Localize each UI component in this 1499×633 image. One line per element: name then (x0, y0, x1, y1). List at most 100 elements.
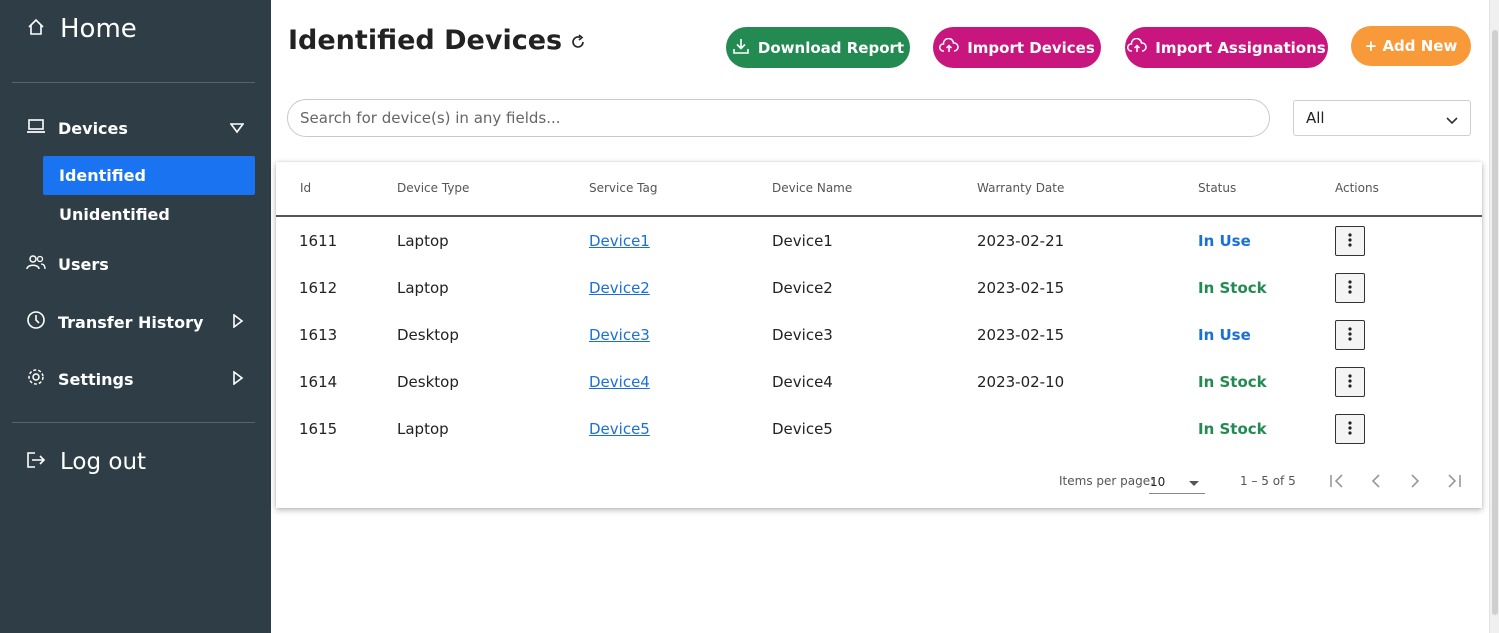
sidebar-item-label: Unidentified (59, 205, 170, 224)
service-tag-link[interactable]: Device3 (589, 326, 650, 344)
status-badge: In Stock (1198, 373, 1267, 391)
chevron-down-icon (1446, 112, 1458, 130)
table-row: 1615 Laptop Device5 Device5 In Stock (276, 405, 1482, 452)
download-report-label: Download Report (757, 38, 905, 57)
import-assignations-button[interactable]: Import Assignations (1125, 27, 1328, 68)
scrollbar-thumb[interactable] (1492, 30, 1498, 615)
row-actions-button[interactable] (1335, 414, 1365, 444)
cell-device-name: Device5 (772, 420, 833, 438)
nav-home-label: Home (60, 14, 137, 44)
add-new-button[interactable]: + Add New (1351, 26, 1471, 66)
chevron-left-icon (1370, 473, 1382, 492)
header-id[interactable]: Id (300, 181, 311, 195)
sidebar-item-identified[interactable]: Identified (43, 156, 255, 195)
last-page-button[interactable] (1442, 470, 1466, 494)
first-page-button[interactable] (1325, 470, 1349, 494)
users-icon (26, 253, 46, 275)
items-per-page-select[interactable]: 10 (1149, 468, 1205, 494)
first-page-icon (1328, 473, 1346, 492)
nav-users[interactable]: Users (26, 253, 246, 275)
cell-device-name: Device3 (772, 326, 833, 344)
nav-transfer-history[interactable]: Transfer History (26, 310, 246, 334)
status-badge: In Use (1198, 326, 1251, 344)
cloud-upload-icon (1127, 37, 1148, 58)
status-filter-value: All (1306, 109, 1325, 127)
cell-device-type: Laptop (397, 420, 449, 438)
table-row: 1613 Desktop Device3 Device3 2023-02-15 … (276, 311, 1482, 358)
nav-logout[interactable]: Log out (26, 449, 146, 475)
nav-devices-label: Devices (58, 118, 128, 138)
table-row: 1614 Desktop Device4 Device4 2023-02-10 … (276, 358, 1482, 405)
dropdown-arrow-icon (1189, 481, 1199, 486)
clock-icon (26, 310, 46, 334)
header-device-type[interactable]: Device Type (397, 181, 469, 195)
page-range: 1 – 5 of 5 (1240, 474, 1296, 488)
gear-icon (26, 367, 46, 391)
row-actions-button[interactable] (1335, 226, 1365, 256)
service-tag-link[interactable]: Device1 (589, 232, 650, 250)
status-badge: In Stock (1198, 279, 1267, 297)
sidebar-item-label: Identified (59, 166, 146, 185)
page-scrollbar[interactable] (1489, 0, 1499, 633)
kebab-icon (1348, 326, 1352, 345)
cell-warranty-date: 2023-02-10 (977, 373, 1065, 391)
caret-right-icon (232, 369, 244, 389)
home-icon (26, 17, 46, 41)
nav-devices[interactable]: Devices (26, 117, 246, 139)
kebab-icon (1348, 279, 1352, 298)
import-assignations-label: Import Assignations (1155, 38, 1326, 57)
header-status[interactable]: Status (1198, 181, 1236, 195)
kebab-icon (1348, 420, 1352, 439)
download-icon (732, 37, 750, 59)
caret-down-icon (229, 119, 245, 138)
cell-id: 1614 (299, 373, 338, 391)
cell-device-name: Device1 (772, 232, 833, 250)
cell-id: 1611 (299, 232, 338, 250)
row-actions-button[interactable] (1335, 320, 1365, 350)
row-actions-button[interactable] (1335, 367, 1365, 397)
cell-device-type: Laptop (397, 279, 449, 297)
nav-home[interactable]: Home (26, 14, 137, 44)
header-service-tag[interactable]: Service Tag (589, 181, 657, 195)
items-per-page-value: 10 (1150, 475, 1166, 489)
items-per-page-label: Items per page: (1059, 474, 1155, 488)
header-warranty-date[interactable]: Warranty Date (977, 181, 1064, 195)
refresh-icon[interactable] (570, 33, 586, 54)
header-device-name[interactable]: Device Name (772, 181, 852, 195)
cell-warranty-date: 2023-02-15 (977, 326, 1065, 344)
cell-id: 1615 (299, 420, 338, 438)
nav-transfer-label: Transfer History (58, 312, 204, 332)
sidebar-item-unidentified[interactable]: Unidentified (43, 195, 255, 234)
kebab-icon (1348, 232, 1352, 251)
cell-device-type: Desktop (397, 373, 459, 391)
nav-users-label: Users (58, 254, 109, 274)
cloud-upload-icon (939, 37, 959, 58)
row-actions-button[interactable] (1335, 273, 1365, 303)
status-badge: In Stock (1198, 420, 1267, 438)
search-input[interactable] (287, 99, 1270, 137)
cell-device-name: Device4 (772, 373, 833, 391)
cell-warranty-date: 2023-02-15 (977, 279, 1065, 297)
import-devices-button[interactable]: Import Devices (933, 27, 1101, 68)
cell-id: 1612 (299, 279, 338, 297)
cell-warranty-date: 2023-02-21 (977, 232, 1065, 250)
service-tag-link[interactable]: Device5 (589, 420, 650, 438)
nav-logout-label: Log out (60, 449, 147, 475)
download-report-button[interactable]: Download Report (726, 27, 910, 68)
add-new-label: + Add New (1364, 37, 1458, 55)
kebab-icon (1348, 373, 1352, 392)
status-filter-select[interactable]: All (1293, 100, 1471, 136)
next-page-button[interactable] (1403, 470, 1427, 494)
nav-settings[interactable]: Settings (26, 367, 246, 391)
service-tag-link[interactable]: Device4 (589, 373, 650, 391)
table-row: 1612 Laptop Device2 Device2 2023-02-15 I… (276, 264, 1482, 311)
cell-id: 1613 (299, 326, 338, 344)
cell-device-name: Device2 (772, 279, 833, 297)
laptop-icon (26, 117, 46, 139)
service-tag-link[interactable]: Device2 (589, 279, 650, 297)
sidebar: Home Devices Identified Unidentified Use… (0, 0, 271, 633)
devices-table: Id Device Type Service Tag Device Name W… (276, 162, 1482, 508)
logout-icon (26, 451, 46, 473)
previous-page-button[interactable] (1364, 470, 1388, 494)
cell-device-type: Desktop (397, 326, 459, 344)
